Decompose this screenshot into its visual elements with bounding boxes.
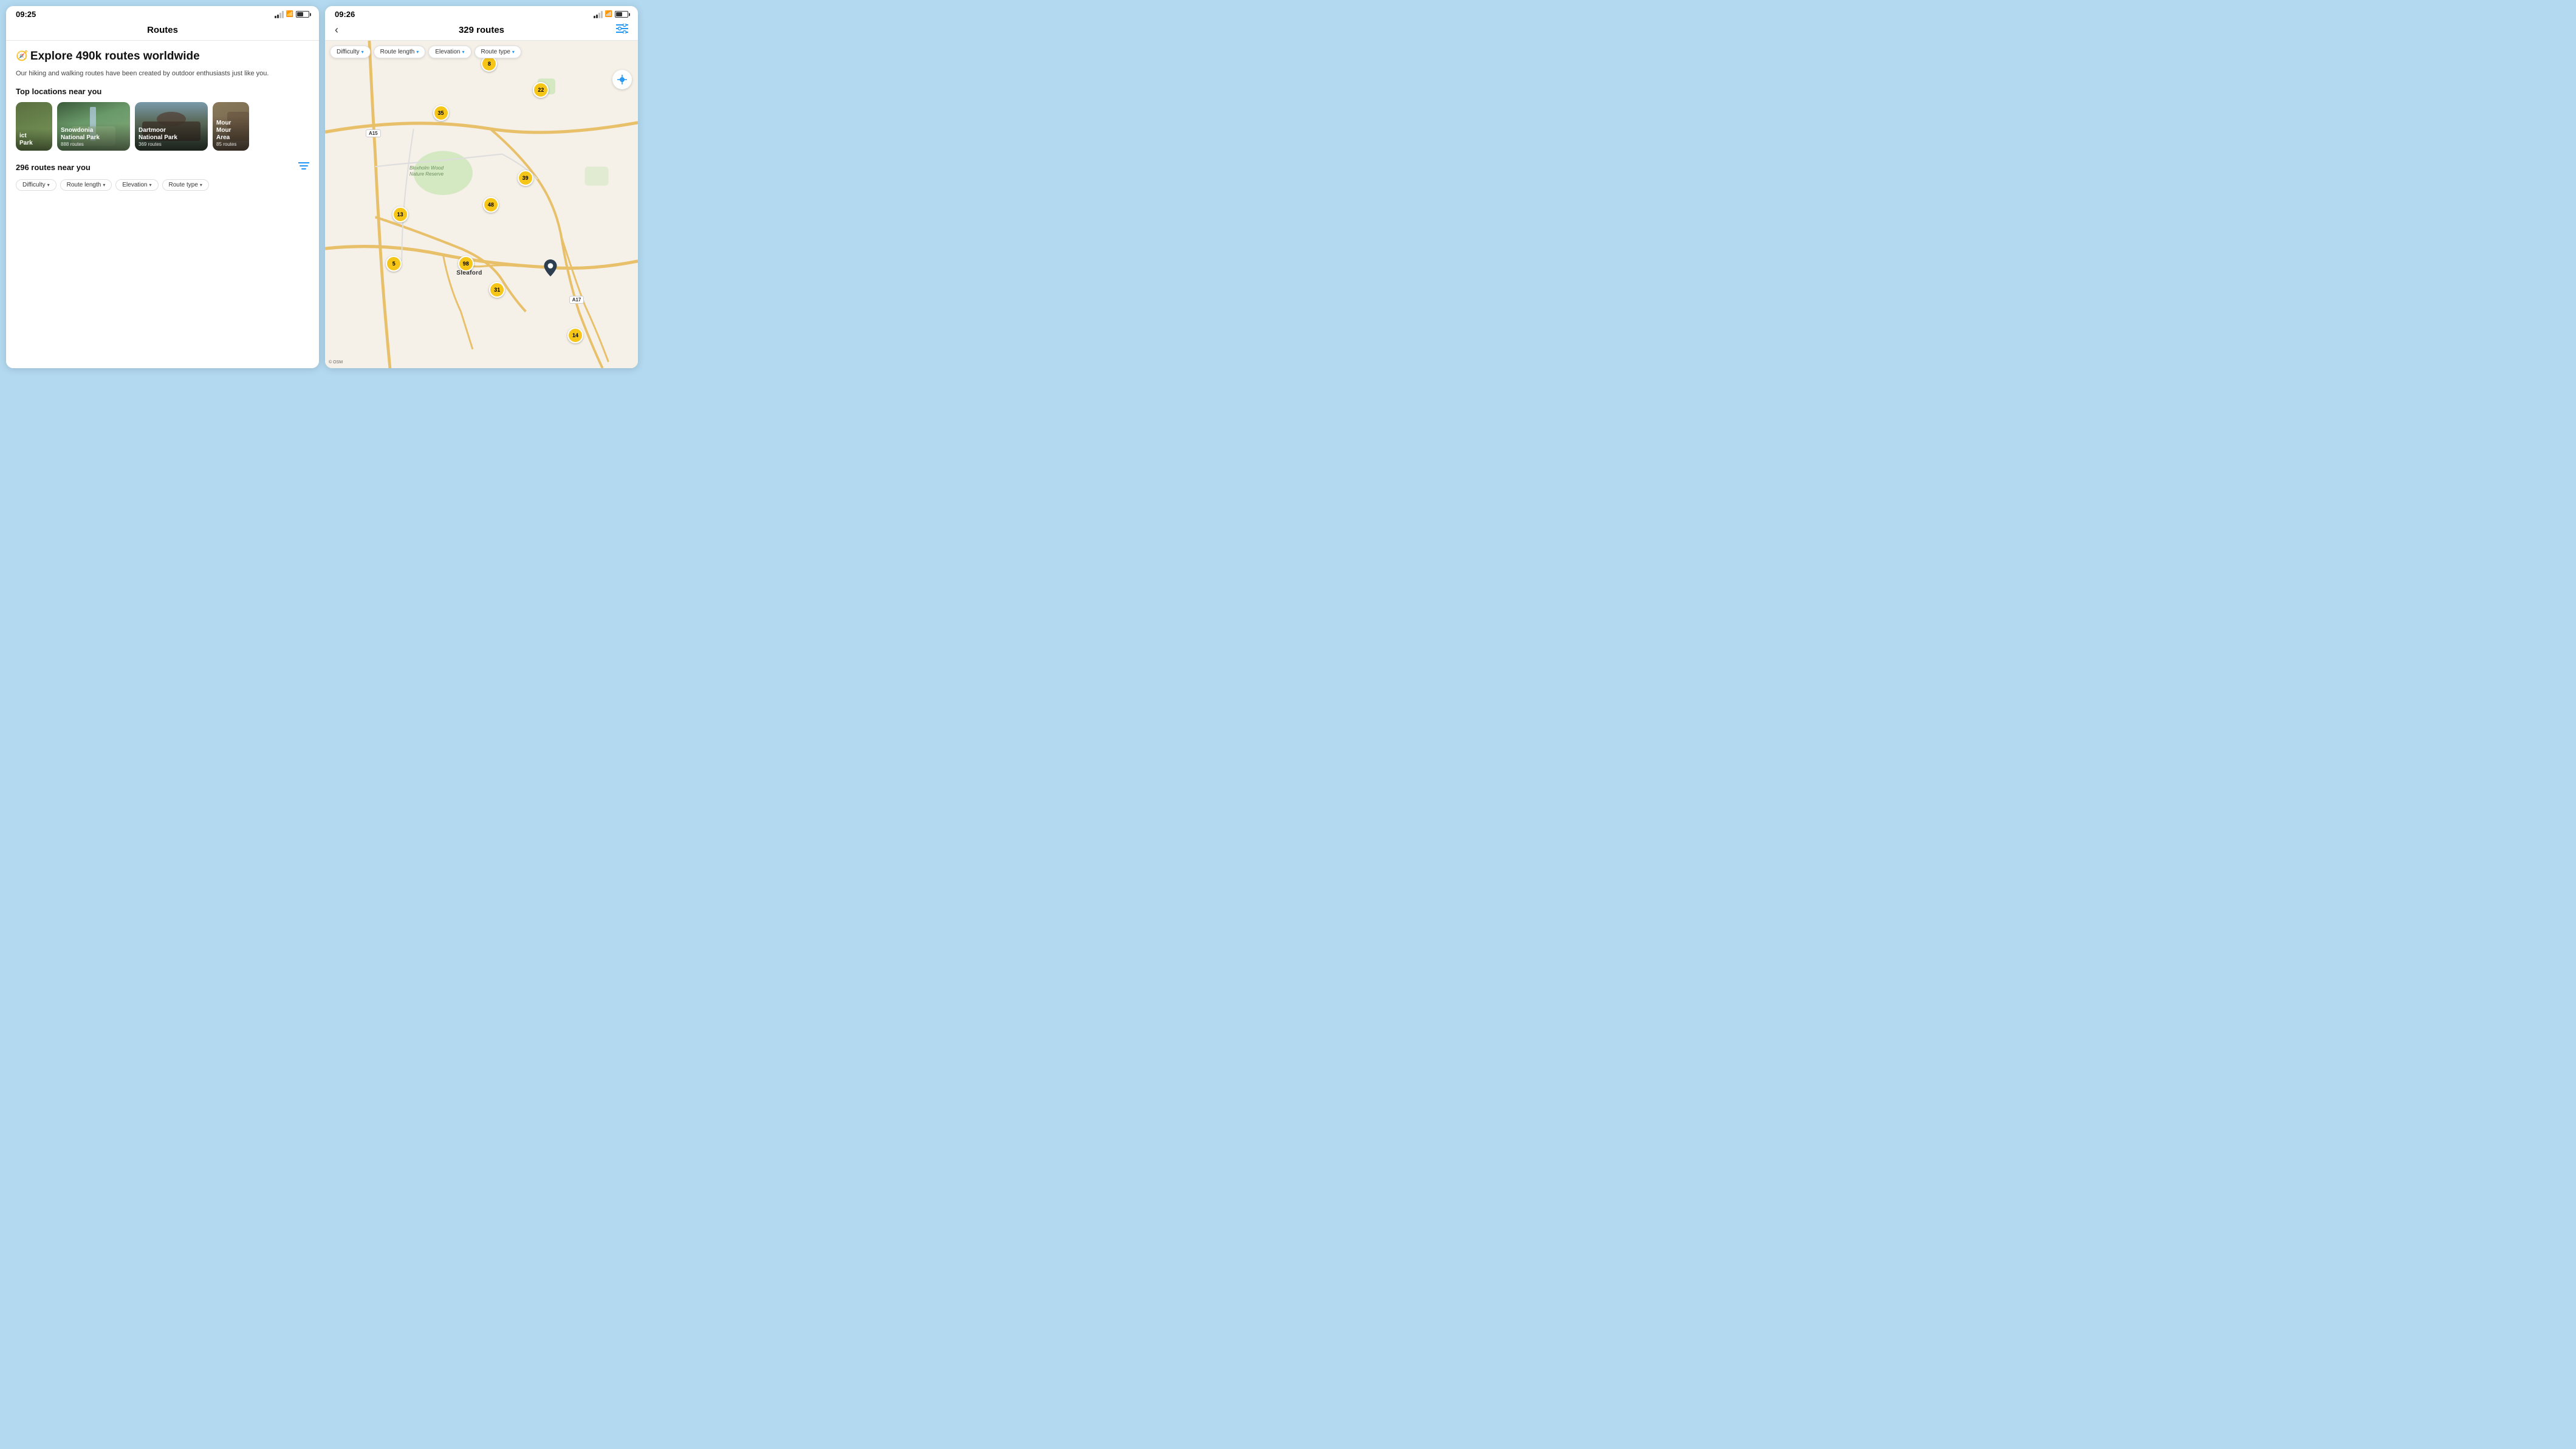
marker-35[interactable]: 35: [433, 105, 449, 121]
signal-icon-right: [594, 11, 603, 18]
filter-icon[interactable]: [298, 162, 309, 173]
card-routes-3: 369 routes: [139, 142, 204, 147]
marker-98[interactable]: 98: [458, 256, 474, 272]
map-chip-elevation-label: Elevation: [435, 49, 460, 55]
location-card-4[interactable]: MourMourArea 85 routes: [213, 102, 249, 151]
locations-scroll: ictPark SnowdoniaNational Park 888 route…: [16, 102, 309, 153]
filter-button[interactable]: [616, 24, 628, 36]
map-chip-route-length-arrow: ▾: [416, 49, 419, 55]
map-chip-difficulty[interactable]: Difficulty ▾: [330, 46, 371, 58]
marker-13[interactable]: 13: [392, 207, 408, 222]
map-filter-bar: Difficulty ▾ Route length ▾ Elevation ▾ …: [330, 46, 633, 58]
battery-icon-left: [296, 11, 309, 18]
osm-credit: © OSM: [329, 360, 343, 365]
road-label-a15: A15: [366, 129, 381, 137]
left-content: 🧭Explore 490k routes worldwide Our hikin…: [6, 41, 319, 368]
marker-14[interactable]: 14: [567, 327, 583, 343]
location-card-2[interactable]: SnowdoniaNational Park 888 routes: [57, 102, 130, 151]
chip-elevation-arrow: ▾: [149, 182, 152, 188]
card-name-3: DartmoorNational Park: [139, 127, 204, 142]
map-area[interactable]: Difficulty ▾ Route length ▾ Elevation ▾ …: [325, 41, 638, 368]
filter-chips-left: Difficulty ▾ Route length ▾ Elevation ▾ …: [16, 179, 309, 191]
hero-subtitle: Our hiking and walking routes have been …: [16, 69, 309, 78]
chip-route-length[interactable]: Route length ▾: [60, 179, 112, 191]
nav-bar-left: Routes: [6, 21, 319, 41]
card-name-2: SnowdoniaNational Park: [61, 127, 126, 142]
nav-title-left: Routes: [147, 25, 178, 35]
chip-difficulty-label: Difficulty: [22, 182, 46, 188]
back-button[interactable]: ‹: [335, 24, 338, 36]
time-right: 09:26: [335, 10, 355, 19]
nav-bar-right: ‹ 329 routes: [325, 21, 638, 41]
top-locations-title: Top locations near you: [16, 87, 309, 96]
marker-22[interactable]: 22: [533, 82, 549, 98]
card-routes-2: 888 routes: [61, 142, 126, 147]
left-phone: 09:25 📶 Routes 🧭Explore 4: [6, 6, 319, 368]
map-chip-route-length-label: Route length: [380, 49, 415, 55]
hero-title: 🧭Explore 490k routes worldwide: [16, 49, 309, 64]
status-icons-left: 📶: [275, 11, 309, 18]
right-phone: 09:26 📶 ‹ 329 routes: [325, 6, 638, 368]
marker-39[interactable]: 39: [518, 170, 533, 186]
map-chip-route-length[interactable]: Route length ▾: [374, 46, 426, 58]
card-routes-4: 85 routes: [216, 142, 245, 147]
hero-emoji: 🧭: [16, 51, 28, 61]
chip-route-type-arrow: ▾: [200, 182, 202, 188]
card-name-4: MourMourArea: [216, 120, 245, 142]
map-chip-difficulty-arrow: ▾: [361, 49, 364, 55]
chip-difficulty[interactable]: Difficulty ▾: [16, 179, 57, 191]
nearby-title: 296 routes near you: [16, 163, 91, 172]
nav-title-right: 329 routes: [459, 25, 504, 35]
map-roads: [325, 41, 638, 368]
map-chip-route-type[interactable]: Route type ▾: [474, 46, 521, 58]
signal-icon-left: [275, 11, 284, 18]
location-card-3[interactable]: DartmoorNational Park 369 routes: [135, 102, 208, 151]
card-name-1: ictPark: [19, 132, 49, 147]
map-chip-route-type-arrow: ▾: [512, 49, 515, 55]
map-chip-elevation[interactable]: Elevation ▾: [428, 46, 471, 58]
marker-31[interactable]: 31: [489, 282, 505, 298]
map-pin[interactable]: [544, 259, 557, 276]
status-icons-right: 📶: [594, 11, 628, 18]
wifi-icon-left: 📶: [286, 11, 293, 18]
town-label-sleaford: Sleaford: [456, 270, 482, 276]
marker-5[interactable]: 5: [386, 256, 402, 272]
map-chip-route-type-label: Route type: [481, 49, 510, 55]
chip-route-type-label: Route type: [169, 182, 198, 188]
map-chip-elevation-arrow: ▾: [462, 49, 465, 55]
time-left: 09:25: [16, 10, 36, 19]
chip-route-type[interactable]: Route type ▾: [162, 179, 209, 191]
chip-difficulty-arrow: ▾: [47, 182, 50, 188]
chip-route-length-label: Route length: [67, 182, 101, 188]
location-button[interactable]: [612, 70, 632, 89]
chip-elevation[interactable]: Elevation ▾: [115, 179, 158, 191]
chip-route-length-arrow: ▾: [103, 182, 105, 188]
road-label-a17: A17: [569, 296, 584, 304]
nearby-header: 296 routes near you: [16, 162, 309, 173]
nature-reserve-label: Bloxholm WoodNature Reserve: [409, 165, 444, 178]
battery-icon-right: [615, 11, 628, 18]
status-bar-right: 09:26 📶: [325, 6, 638, 21]
marker-48[interactable]: 48: [483, 197, 499, 213]
location-card-1[interactable]: ictPark: [16, 102, 52, 151]
map-chip-difficulty-label: Difficulty: [337, 49, 360, 55]
wifi-icon-right: 📶: [605, 11, 612, 18]
chip-elevation-label: Elevation: [122, 182, 147, 188]
status-bar-left: 09:25 📶: [6, 6, 319, 21]
